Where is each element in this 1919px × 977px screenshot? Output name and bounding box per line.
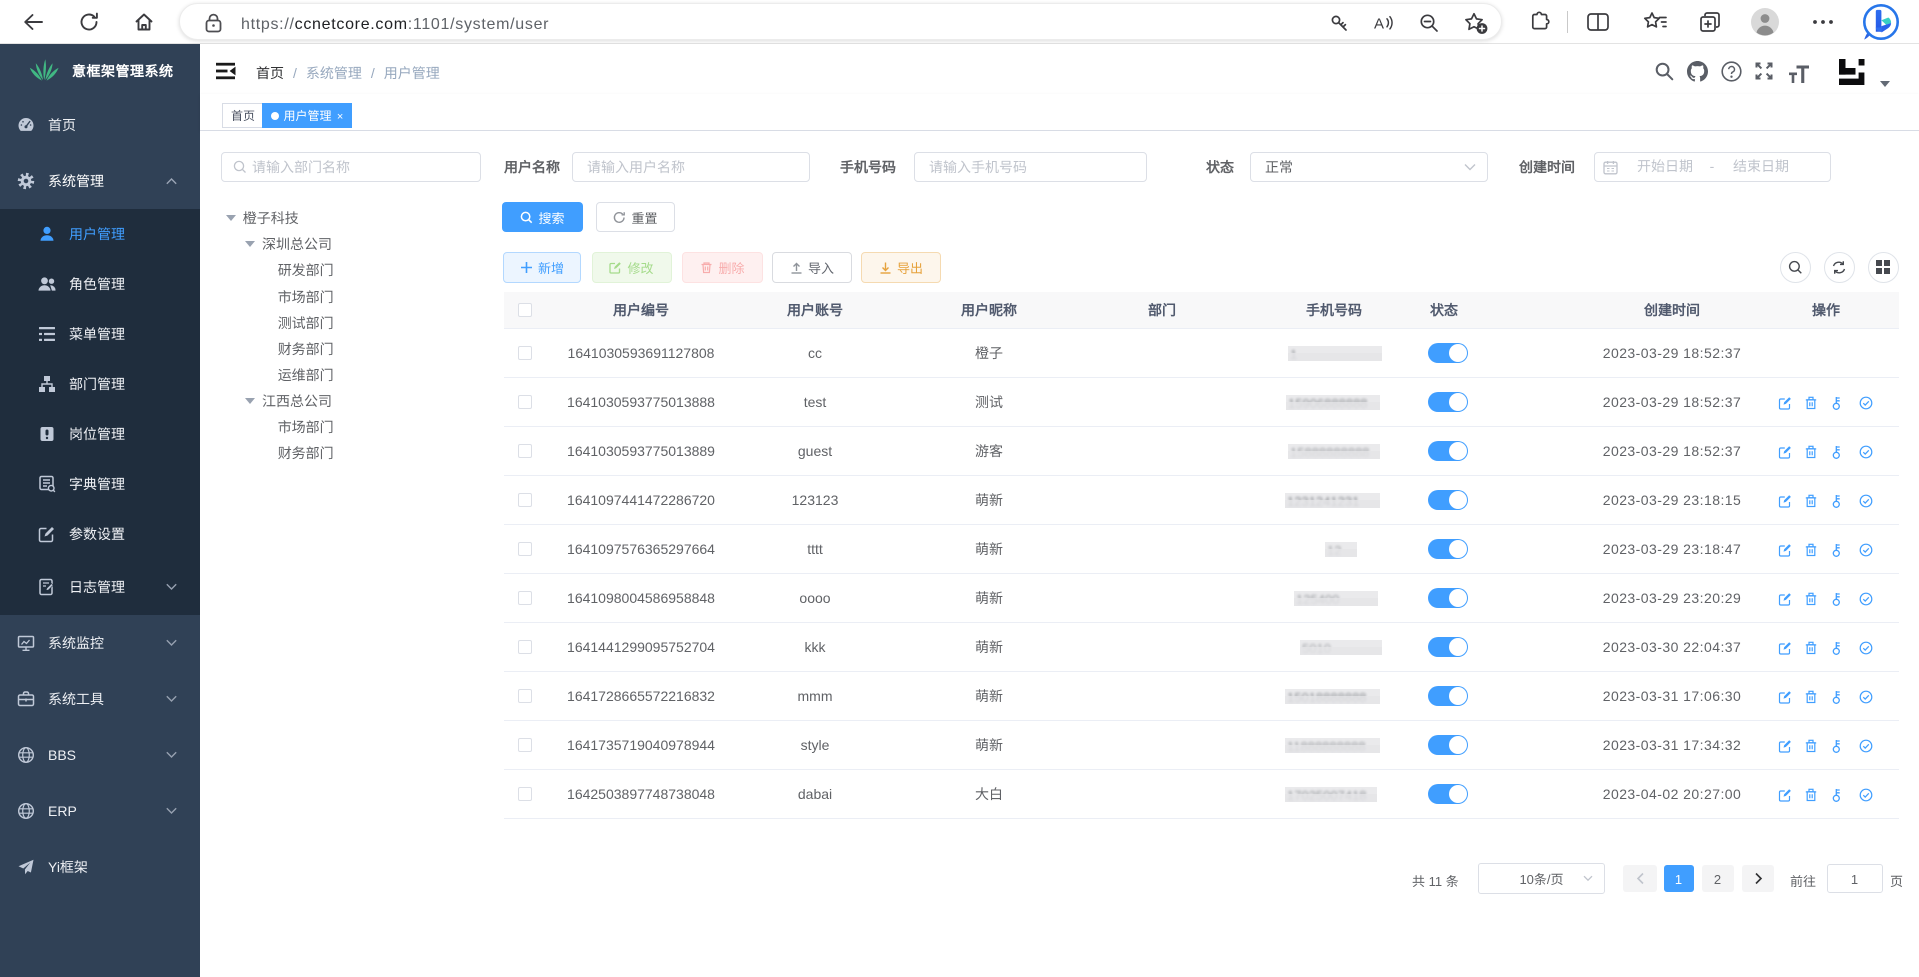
svg-text:A: A xyxy=(1374,16,1384,33)
